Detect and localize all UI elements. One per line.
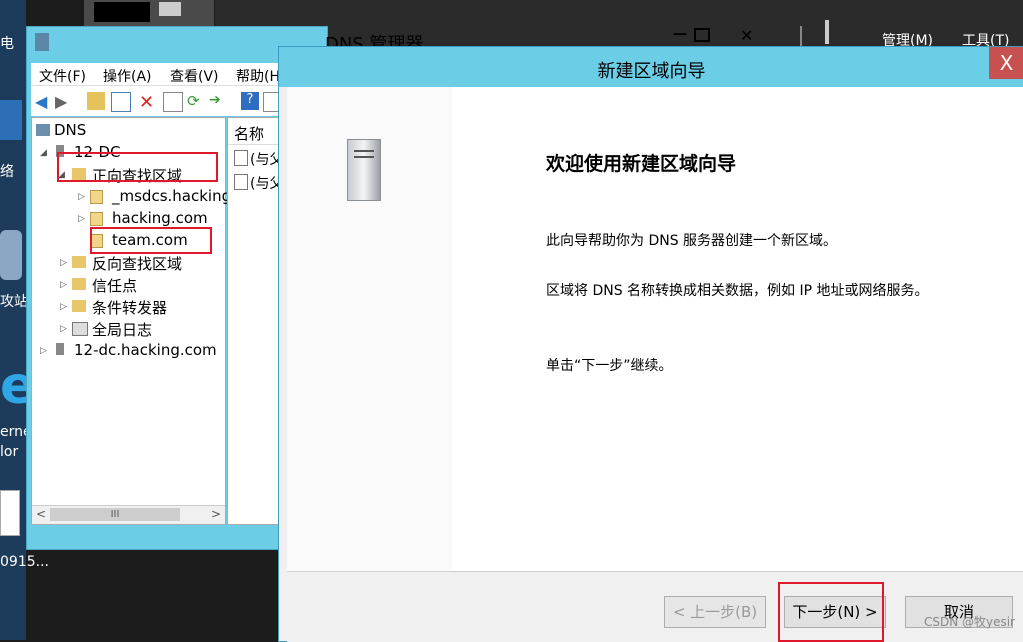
log-icon [72,322,88,336]
expand-arrow-icon[interactable]: ◢ [40,148,47,158]
close-icon[interactable]: ✕ [740,26,753,45]
desktop-label: 攻站 [0,294,28,310]
tree-zone-team[interactable]: team.com [112,231,188,249]
wizard-heading: 欢迎使用新建区域向导 [546,153,737,175]
new-zone-wizard: 新建区域向导 X 欢迎使用新建区域向导 此向导帮助你为 DNS 服务器创建一个新… [278,46,1023,642]
next-button[interactable]: 下一步(N) > [784,596,886,628]
desktop-label: lor [0,444,19,460]
collapse-arrow-icon[interactable]: ▷ [60,302,67,312]
recycle-bin-icon[interactable] [0,230,22,280]
delete-icon[interactable]: ✕ [139,92,157,113]
folder-icon [72,168,86,180]
folder-up-icon[interactable] [87,92,105,110]
wizard-text: 此向导帮助你为 DNS 服务器创建一个新区域。 [546,233,838,249]
tree-root-dns[interactable]: DNS [54,121,86,139]
tree-server-12dc[interactable]: 12-DC [74,143,121,161]
console-tree-icon[interactable] [111,92,131,112]
collapse-arrow-icon[interactable]: ▷ [60,324,67,334]
collapse-arrow-icon[interactable]: ▷ [78,192,85,202]
horizontal-scrollbar[interactable]: < III > [32,505,225,524]
dns-app-icon [35,33,49,51]
watermark: CSDN @牧yesir [923,615,1015,629]
collapse-arrow-icon[interactable]: ▷ [60,280,67,290]
separator [800,26,802,46]
tree-zone-hacking[interactable]: hacking.com [112,209,208,227]
desktop-label: 络 [0,164,14,180]
server-icon [347,139,381,201]
zone-icon [90,234,103,248]
wizard-text: 单击“下一步”继续。 [546,358,673,374]
desktop-label: 0915... [0,554,49,570]
record-icon [234,150,248,166]
network-icon[interactable] [0,100,22,140]
wizard-title: 新建区域向导 [597,61,706,82]
forward-icon[interactable]: ▶ [55,92,73,111]
expand-arrow-icon[interactable]: ◢ [58,170,65,180]
tree-zone-msdcs[interactable]: _msdcs.hacking [112,187,231,205]
tree-trust-points[interactable]: 信任点 [92,275,137,296]
folder-icon [72,300,86,312]
help-icon[interactable]: ? [241,92,259,110]
flag-icon[interactable] [825,20,829,44]
export-icon[interactable]: ➔ [209,92,227,110]
collapse-arrow-icon[interactable]: ▷ [78,214,85,224]
folder-icon [72,256,86,268]
refresh-icon[interactable]: ⟳ [187,92,205,110]
back-button[interactable]: < 上一步(B) [664,596,766,628]
wizard-side-panel [287,87,452,571]
file-icon[interactable] [0,490,20,536]
wizard-titlebar: 新建区域向导 X [279,47,1023,87]
column-header-name[interactable]: 名称 [234,123,264,144]
wizard-body: 欢迎使用新建区域向导 此向导帮助你为 DNS 服务器创建一个新区域。 区域将 D… [452,87,1023,571]
tree-conditional-forwarders[interactable]: 条件转发器 [92,297,167,318]
menu-action[interactable]: 操作(A) [103,66,152,86]
minimize-icon[interactable]: — [662,26,698,48]
ie-icon[interactable]: e [0,360,35,412]
dns-icon [36,124,50,136]
scroll-left-icon[interactable]: < [36,507,46,521]
record-icon [234,174,248,190]
tree-forward-zone[interactable]: 正向查找区域 [92,165,182,186]
back-icon[interactable]: ◀ [35,92,53,111]
tree-global-logs[interactable]: 全局日志 [92,319,152,340]
collapse-arrow-icon[interactable]: ▷ [60,258,67,268]
menu-view[interactable]: 查看(V) [170,66,219,86]
taskbar-thumbnail[interactable] [84,0,214,28]
zone-icon [90,212,103,226]
scroll-thumb[interactable]: III [50,508,180,521]
zone-icon [90,190,103,204]
wizard-footer: < 上一步(B) 下一步(N) > 取消 [287,571,1023,642]
desktop-label: 电 [0,36,14,52]
console-tree: DNS ◢ 12-DC ◢ 正向查找区域 ▷ _msdcs.hacking ▷ … [31,117,231,525]
server-icon [56,343,64,355]
desktop-area [0,0,26,640]
folder-icon [72,278,86,290]
tree-reverse-zone[interactable]: 反向查找区域 [92,253,182,274]
tree-server-hacking[interactable]: 12-dc.hacking.com [74,341,217,359]
maximize-icon[interactable] [694,28,710,42]
window-controls: — ✕ [660,26,780,48]
scroll-right-icon[interactable]: > [211,507,221,521]
wizard-text: 区域将 DNS 名称转换成相关数据，例如 IP 地址或网络服务。 [546,283,929,299]
server-icon [56,145,64,157]
properties-icon[interactable] [163,92,183,112]
collapse-arrow-icon[interactable]: ▷ [40,346,47,356]
wizard-close-button[interactable]: X [989,47,1023,79]
menu-file[interactable]: 文件(F) [39,66,86,86]
